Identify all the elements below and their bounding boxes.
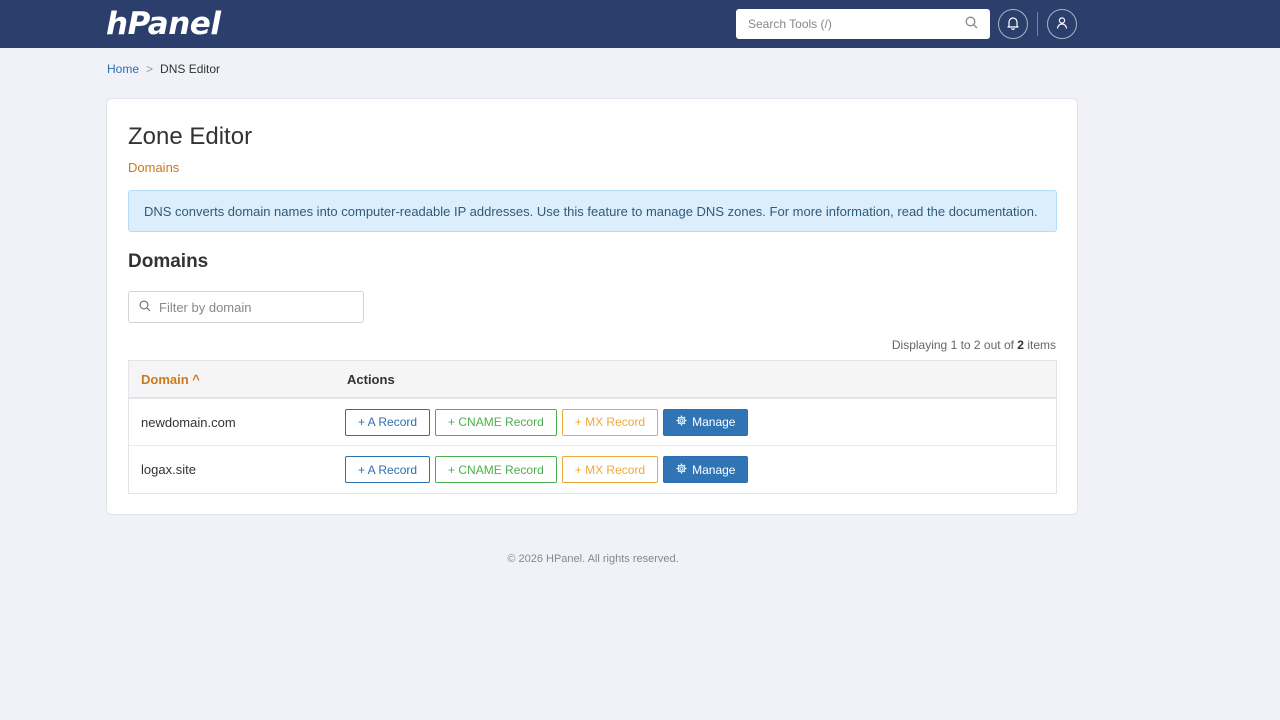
pagination-prefix: Displaying 1 to 2 out of xyxy=(891,338,1014,352)
add-mx-record-button[interactable]: + MX Record xyxy=(561,408,659,436)
breadcrumb-separator: > xyxy=(146,62,154,76)
info-alert-text: DNS converts domain names into computer-… xyxy=(144,203,1038,219)
add-mx-record-button[interactable]: + MX Record xyxy=(561,456,659,483)
actions-column-header: Actions xyxy=(347,371,395,387)
domain-filter-input[interactable] xyxy=(159,299,353,315)
search-icon xyxy=(139,299,151,315)
domain-filter-box[interactable] xyxy=(128,291,364,323)
breadcrumb: Home > DNS Editor xyxy=(107,62,220,76)
top-navbar: hPanel xyxy=(0,0,1280,48)
pagination-summary: Displaying 1 to 2 out of 2 items xyxy=(892,338,1056,352)
manage-button[interactable]: Manage xyxy=(663,456,749,483)
domains-table: Domain ^ Actions newdomain.com + A Recor… xyxy=(128,360,1057,494)
zone-editor-card: Zone Editor Domains DNS converts domain … xyxy=(106,98,1078,515)
table-row: logax.site + A Record + CNAME Record + M… xyxy=(129,446,1056,493)
user-icon xyxy=(1055,16,1069,33)
manage-label: Manage xyxy=(692,462,736,477)
row-actions: + A Record + CNAME Record + MX Record Ma… xyxy=(345,408,749,436)
domain-cell: newdomain.com xyxy=(141,414,236,430)
user-profile-button[interactable] xyxy=(1047,9,1077,39)
search-icon[interactable] xyxy=(965,16,978,32)
notifications-button[interactable] xyxy=(998,9,1028,39)
add-cname-record-button[interactable]: + CNAME Record xyxy=(435,408,557,436)
add-a-record-button[interactable]: + A Record xyxy=(345,456,431,483)
page-title: Zone Editor xyxy=(128,123,253,150)
info-alert: DNS converts domain names into computer-… xyxy=(128,190,1057,232)
row-actions: + A Record + CNAME Record + MX Record Ma… xyxy=(345,456,749,483)
search-tools-box[interactable] xyxy=(736,9,990,39)
gear-icon xyxy=(676,463,687,477)
breadcrumb-home-link[interactable]: Home xyxy=(107,62,139,76)
table-header: Domain ^ Actions xyxy=(129,361,1056,399)
breadcrumb-current: DNS Editor xyxy=(160,62,221,76)
footer-copyright: © 2026 HPanel. All rights reserved. xyxy=(507,553,679,565)
domain-cell: logax.site xyxy=(141,462,196,477)
add-a-record-button[interactable]: + A Record xyxy=(345,408,431,436)
domain-column-header[interactable]: Domain ^ xyxy=(129,372,347,387)
add-cname-record-button[interactable]: + CNAME Record xyxy=(435,456,557,483)
pagination-suffix: items xyxy=(1027,338,1056,352)
page-subtitle: Domains xyxy=(128,160,180,175)
hpanel-logo[interactable]: hPanel xyxy=(106,6,221,42)
gear-icon xyxy=(676,415,687,429)
manage-label: Manage xyxy=(692,415,736,429)
manage-button[interactable]: Manage xyxy=(663,408,749,436)
table-row: newdomain.com + A Record + CNAME Record … xyxy=(129,399,1056,446)
bell-icon xyxy=(1006,16,1020,33)
search-tools-input[interactable] xyxy=(748,17,965,31)
pagination-total: 2 xyxy=(1017,338,1024,352)
header-divider xyxy=(1037,12,1038,36)
section-title: Domains xyxy=(128,251,209,272)
